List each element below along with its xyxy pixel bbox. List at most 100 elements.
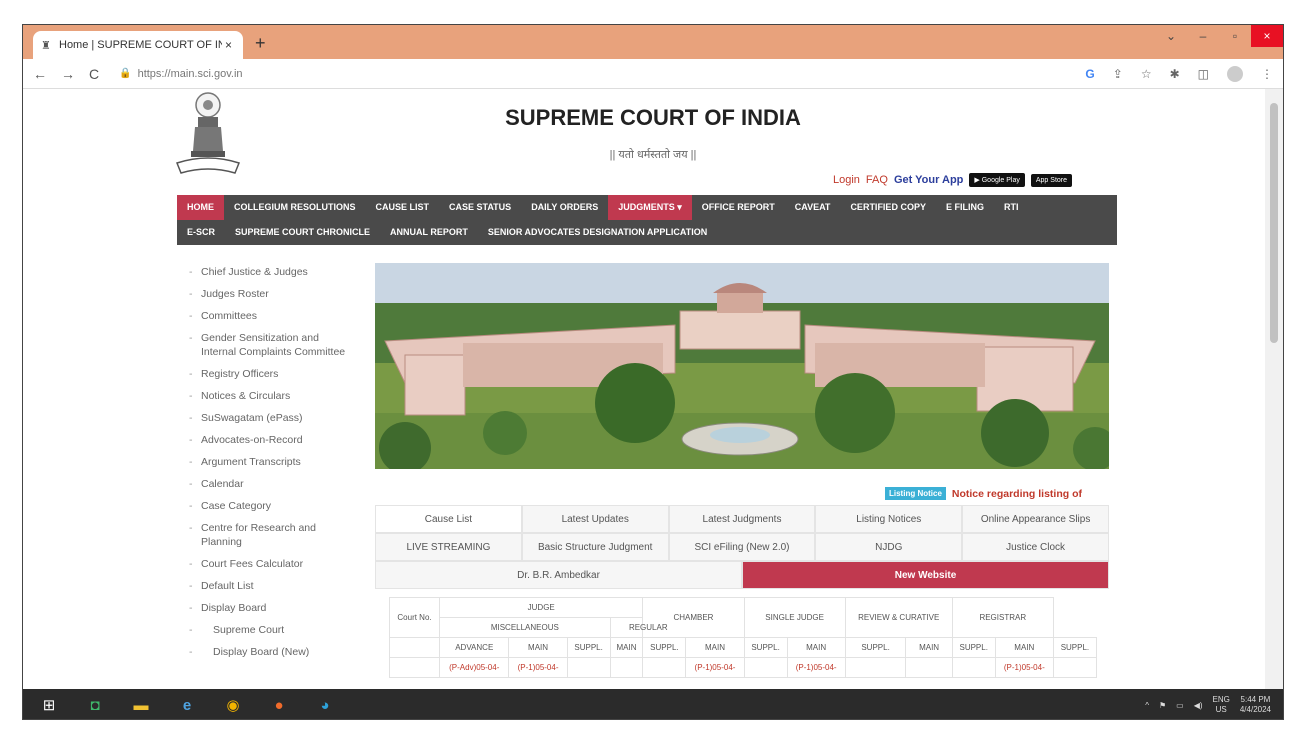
tab-online-appearance-slips[interactable]: Online Appearance Slips: [962, 505, 1109, 533]
new-tab-button[interactable]: +: [255, 33, 266, 54]
menu-item-certified-copy[interactable]: CERTIFIED COPY: [840, 195, 936, 220]
language-indicator[interactable]: ENG US: [1213, 695, 1230, 715]
firefox-icon[interactable]: ●: [265, 693, 293, 717]
menu-item-senior-advocates-designation-application[interactable]: SENIOR ADVOCATES DESIGNATION APPLICATION: [478, 220, 717, 245]
minimize-button[interactable]: –: [1187, 25, 1219, 47]
tab-dr-b-r-ambedkar[interactable]: Dr. B.R. Ambedkar: [375, 561, 742, 589]
sidebar-item-chief-justice-judges[interactable]: Chief Justice & Judges: [183, 261, 353, 283]
sidebar-item-display-board-new[interactable]: Display Board (New): [183, 641, 353, 663]
menu-item-cause-list[interactable]: CAUSE LIST: [366, 195, 440, 220]
tab-row-1: Cause List Latest Updates Latest Judgments…: [375, 505, 1109, 533]
google-icon[interactable]: G: [1085, 67, 1094, 81]
menu-item-case-status[interactable]: CASE STATUS: [439, 195, 521, 220]
sidebar-item-judges-roster[interactable]: Judges Roster: [183, 283, 353, 305]
main-menu: HOME COLLEGIUM RESOLUTIONS CAUSE LIST CASE …: [177, 195, 1117, 245]
menu-item-caveat[interactable]: CAVEAT: [785, 195, 841, 220]
tab-new-website[interactable]: New Website: [742, 561, 1109, 589]
tab-latest-judgments[interactable]: Latest Judgments: [668, 505, 816, 533]
table-cell[interactable]: (P-1)05-04-: [508, 657, 568, 678]
flag-icon[interactable]: ⚑: [1159, 701, 1166, 710]
vertical-scrollbar[interactable]: [1265, 89, 1283, 689]
scrollbar-thumb[interactable]: [1270, 103, 1278, 343]
sub-header-cell: SUPPL.: [743, 637, 788, 658]
login-link[interactable]: Login: [833, 174, 860, 186]
tab-listing-notices[interactable]: Listing Notices: [815, 505, 963, 533]
menu-item-home[interactable]: HOME: [177, 195, 224, 220]
menu-item-judgments[interactable]: JUDGMENTS ▾: [608, 195, 692, 220]
sidebar-item-display-board[interactable]: Display Board: [183, 597, 353, 619]
single-judge-header: SINGLE JUDGE: [743, 597, 846, 638]
table-cell[interactable]: (P-Adv)05-04-: [439, 657, 510, 678]
chevron-down-icon[interactable]: ⌄: [1155, 25, 1187, 47]
listing-notice-badge[interactable]: Listing Notice: [885, 487, 946, 500]
store-icon[interactable]: ◘: [81, 693, 109, 717]
file-explorer-icon[interactable]: ▬: [127, 693, 155, 717]
menu-icon[interactable]: ⋮: [1261, 67, 1273, 81]
table-cell: [951, 657, 996, 678]
table-cell: [1052, 657, 1098, 678]
tab-cause-list[interactable]: Cause List: [375, 505, 522, 533]
table-cell: [743, 657, 788, 678]
sidebar-item-calendar[interactable]: Calendar: [183, 473, 353, 495]
menu-item-supreme-court-chronicle[interactable]: SUPREME COURT CHRONICLE: [225, 220, 380, 245]
windows-start-icon[interactable]: ⊞: [35, 693, 63, 717]
address-bar[interactable]: https://main.sci.gov.in: [138, 68, 1086, 80]
browser-tab[interactable]: ♜ Home | SUPREME COURT OF INI ×: [33, 31, 243, 59]
judge-header: JUDGE: [439, 597, 644, 618]
menu-item-annual-report[interactable]: ANNUAL REPORT: [380, 220, 478, 245]
close-button[interactable]: ×: [1251, 25, 1283, 47]
menu-item-daily-orders[interactable]: DAILY ORDERS: [521, 195, 608, 220]
tab-justice-clock[interactable]: Justice Clock: [962, 533, 1109, 561]
sidebar-item-default-list[interactable]: Default List: [183, 575, 353, 597]
menu-item-e-filing[interactable]: E FILING: [936, 195, 994, 220]
tab-live-streaming[interactable]: LIVE STREAMING: [375, 533, 522, 561]
sidebar-item-court-fees-calculator[interactable]: Court Fees Calculator: [183, 553, 353, 575]
edge-icon[interactable]: ◕: [311, 693, 339, 717]
google-play-button[interactable]: ▶ Google Play: [969, 173, 1025, 187]
sidebar-item-notices-circulars[interactable]: Notices & Circulars: [183, 385, 353, 407]
reload-icon[interactable]: C: [89, 66, 99, 82]
sidebar-item-advocates-on-record[interactable]: Advocates-on-Record: [183, 429, 353, 451]
forward-icon[interactable]: →: [61, 66, 75, 82]
table-cell[interactable]: (P-1)05-04-: [994, 657, 1054, 678]
sidebar-item-suswagatam-epass[interactable]: SuSwagatam (ePass): [183, 407, 353, 429]
share-icon[interactable]: ⇪: [1113, 67, 1123, 81]
profile-avatar[interactable]: [1227, 65, 1243, 82]
table-cell[interactable]: (P-1)05-04-: [786, 657, 846, 678]
sidepanel-icon[interactable]: ◫: [1198, 67, 1209, 81]
sidebar-item-case-category[interactable]: Case Category: [183, 495, 353, 517]
maximize-button[interactable]: ▫: [1219, 25, 1251, 47]
network-icon[interactable]: ▭: [1176, 701, 1184, 710]
sidebar-item-argument-transcripts[interactable]: Argument Transcripts: [183, 451, 353, 473]
volume-icon[interactable]: ◀): [1194, 701, 1203, 710]
faq-link[interactable]: FAQ: [866, 174, 888, 186]
back-icon[interactable]: ←: [33, 66, 47, 82]
sidebar-item-supreme-court[interactable]: Supreme Court: [183, 619, 353, 641]
sidebar-item-gender-sensitization-and-internal-complaints-committee[interactable]: Gender Sensitization and Internal Compla…: [183, 327, 353, 363]
sidebar-item-committees[interactable]: Committees: [183, 305, 353, 327]
sidebar-item-centre-for-research-and-planning[interactable]: Centre for Research and Planning: [183, 517, 353, 553]
extensions-icon[interactable]: ✱: [1170, 67, 1180, 81]
menu-item-rti[interactable]: RTI: [994, 195, 1029, 220]
chrome-icon[interactable]: ◉: [219, 693, 247, 717]
menu-item-office-report[interactable]: OFFICE REPORT: [692, 195, 785, 220]
tab-sci-efiling-new-2-0[interactable]: SCI eFiling (New 2.0): [668, 533, 816, 561]
sub-header-cell: MAIN: [609, 637, 644, 658]
menu-item-collegium-resolutions[interactable]: COLLEGIUM RESOLUTIONS: [224, 195, 366, 220]
table-cell[interactable]: (P-1)05-04-: [685, 657, 745, 678]
menu-item-e-scr[interactable]: E-SCR: [177, 220, 225, 245]
tab-latest-updates[interactable]: Latest Updates: [521, 505, 669, 533]
clock[interactable]: 5:44 PM 4/4/2024: [1240, 695, 1271, 715]
internet-explorer-icon[interactable]: e: [173, 693, 201, 717]
star-icon[interactable]: ☆: [1141, 67, 1152, 81]
tab-strip: ♜ Home | SUPREME COURT OF INI × + ⌄ – ▫ …: [23, 25, 1283, 59]
sidebar-item-registry-officers[interactable]: Registry Officers: [183, 363, 353, 385]
app-store-button[interactable]: App Store: [1030, 173, 1073, 187]
tab-basic-structure-judgment[interactable]: Basic Structure Judgment: [521, 533, 669, 561]
tab-njdg[interactable]: NJDG: [815, 533, 963, 561]
tab-close-icon[interactable]: ×: [222, 38, 235, 52]
notice-text[interactable]: Notice regarding listing of: [952, 488, 1082, 500]
chevron-up-icon[interactable]: ^: [1145, 701, 1149, 710]
lock-icon[interactable]: 🔒: [119, 68, 131, 79]
window-controls: ⌄ – ▫ ×: [1155, 25, 1283, 47]
